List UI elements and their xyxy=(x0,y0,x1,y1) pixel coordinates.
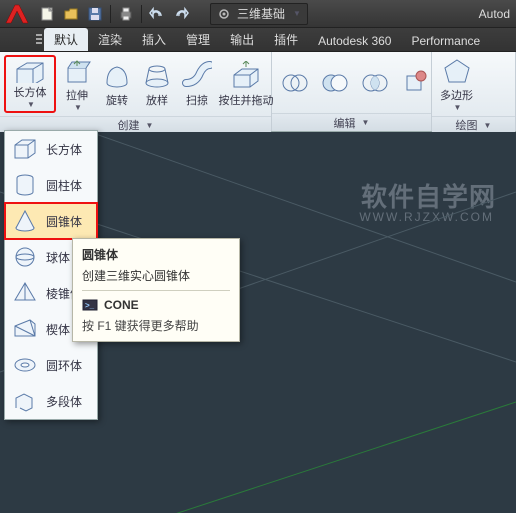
tab-output[interactable]: 输出 xyxy=(220,28,264,51)
union-button[interactable] xyxy=(276,66,314,100)
quick-access-toolbar xyxy=(36,3,192,25)
panel-edit-title[interactable]: 编辑▼ xyxy=(272,113,431,131)
svg-text:>_: >_ xyxy=(85,301,95,310)
subtract-button[interactable] xyxy=(316,66,354,100)
sweep-button[interactable]: 扫掠 xyxy=(178,59,216,110)
workspace-dropdown[interactable]: 三维基础 ▼ xyxy=(210,3,308,25)
tooltip-help: 按 F1 键获得更多帮助 xyxy=(82,317,230,334)
qat-print-icon[interactable] xyxy=(115,3,137,25)
title-bar: 三维基础 ▼ Autod xyxy=(0,0,516,28)
revolve-button[interactable]: 旋转 xyxy=(98,59,136,110)
tab-render[interactable]: 渲染 xyxy=(88,28,132,51)
tab-a360[interactable]: Autodesk 360 xyxy=(308,31,401,51)
sweep-icon xyxy=(182,61,212,91)
tooltip-title: 圆锥体 xyxy=(82,246,230,263)
box-label: 长方体 xyxy=(14,84,47,100)
intersect-button[interactable] xyxy=(356,66,394,100)
tooltip-desc: 创建三维实心圆锥体 xyxy=(82,267,230,284)
dd-cylinder[interactable]: 圆柱体 xyxy=(5,167,97,203)
gear-icon xyxy=(217,7,231,21)
panel-draw-title[interactable]: 绘图▼ xyxy=(432,116,515,133)
tab-manage[interactable]: 管理 xyxy=(176,28,220,51)
panel-create: 长方体 ▼ 拉伸▼ 旋转 放样 扫掠 按住并拖动 xyxy=(0,52,272,131)
loft-icon xyxy=(142,61,172,91)
revolve-icon xyxy=(102,61,132,91)
dd-cone[interactable]: 圆锥体 xyxy=(5,203,97,239)
command-icon: >_ xyxy=(82,297,98,313)
polygon-button[interactable]: 多边形▼ xyxy=(436,54,477,114)
product-name: Autod xyxy=(479,7,514,21)
app-menu[interactable] xyxy=(2,2,32,26)
ribbon-tabs: 默认 渲染 插入 管理 输出 插件 Autodesk 360 Performan… xyxy=(0,28,516,52)
tooltip: 圆锥体 创建三维实心圆锥体 >_ CONE 按 F1 键获得更多帮助 xyxy=(72,238,240,342)
tooltip-command: CONE xyxy=(104,298,139,312)
chevron-down-icon: ▼ xyxy=(293,9,301,18)
box-button[interactable]: 长方体 ▼ xyxy=(4,55,56,113)
qat-redo-icon[interactable] xyxy=(170,3,192,25)
dd-polysolid[interactable]: 多段体 xyxy=(5,383,97,419)
workspace-label: 三维基础 xyxy=(237,5,285,22)
extrude-icon xyxy=(62,56,92,86)
qat-save-icon[interactable] xyxy=(84,3,106,25)
qat-open-icon[interactable] xyxy=(60,3,82,25)
dd-torus[interactable]: 圆环体 xyxy=(5,347,97,383)
ribbon-menu-icon[interactable] xyxy=(34,30,44,48)
edit-more-button[interactable] xyxy=(396,66,434,100)
chevron-down-icon: ▼ xyxy=(27,100,35,109)
box-icon xyxy=(13,59,47,83)
extrude-button[interactable]: 拉伸▼ xyxy=(58,54,96,114)
polygon-icon xyxy=(441,56,473,86)
qat-undo-icon[interactable] xyxy=(146,3,168,25)
presspull-button[interactable]: 按住并拖动 xyxy=(218,59,274,110)
panel-edit: 编辑▼ xyxy=(272,52,432,131)
dd-box[interactable]: 长方体 xyxy=(5,131,97,167)
tab-addins[interactable]: 插件 xyxy=(264,28,308,51)
panel-draw: 多边形▼ 绘图▼ xyxy=(432,52,516,131)
tab-insert[interactable]: 插入 xyxy=(132,28,176,51)
loft-button[interactable]: 放样 xyxy=(138,59,176,110)
tab-default[interactable]: 默认 xyxy=(44,28,88,51)
presspull-icon xyxy=(228,61,264,91)
tab-performance[interactable]: Performance xyxy=(401,31,490,51)
ribbon: 长方体 ▼ 拉伸▼ 旋转 放样 扫掠 按住并拖动 xyxy=(0,52,516,132)
qat-new-icon[interactable] xyxy=(36,3,58,25)
